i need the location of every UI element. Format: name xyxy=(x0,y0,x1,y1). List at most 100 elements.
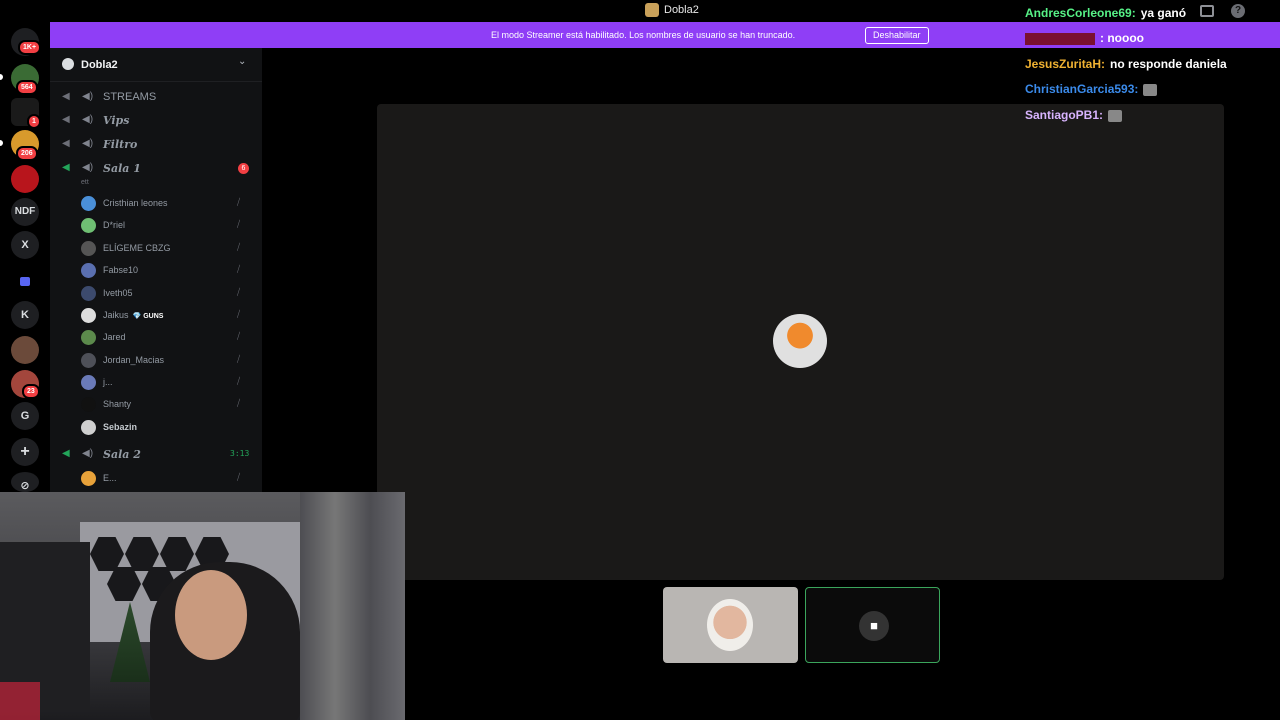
speaker-icon: ◀) xyxy=(82,114,94,125)
server-icon[interactable] xyxy=(11,336,39,364)
voice-member[interactable]: E... ⧸ xyxy=(50,468,262,488)
member-name: ELÍGEME CBZG xyxy=(103,243,171,253)
avatar xyxy=(81,420,96,435)
voice-channel-icon: ◀ xyxy=(62,91,70,102)
voice-channel-icon: ◀ xyxy=(62,138,70,149)
chat-message: ChristianGarcia593: xyxy=(1025,82,1158,96)
server-badge: 206 xyxy=(16,146,38,161)
emote-icon xyxy=(1108,109,1123,122)
member-name: Sebazin xyxy=(103,422,138,432)
avatar xyxy=(81,286,96,301)
deafened-icon: ⧸ xyxy=(237,197,241,207)
channel-streams[interactable]: ◀ ◀) STREAMS xyxy=(50,88,262,108)
deafened-icon: ⧸ xyxy=(237,242,241,252)
led-light xyxy=(0,682,40,720)
discover-icon[interactable]: ⊘ xyxy=(11,472,39,492)
member-name: Shanty xyxy=(103,399,132,409)
chat-message: SantiagoPB1: xyxy=(1025,108,1123,122)
server-name: Dobla2 xyxy=(81,59,118,71)
streamer-head xyxy=(175,570,247,660)
voice-member[interactable]: Jaikus 💎 GUNS ⧸ xyxy=(50,305,262,325)
server-icon-x[interactable]: X xyxy=(11,231,39,259)
chat-username: SantiagoPB1: xyxy=(1025,108,1104,122)
avatar xyxy=(81,196,96,211)
member-name: Iveth05 xyxy=(103,288,133,298)
avatar xyxy=(81,218,96,233)
chevron-down-icon[interactable]: ⌄ xyxy=(238,56,246,67)
deafened-icon: ⧸ xyxy=(237,331,241,341)
server-icon[interactable] xyxy=(11,165,39,193)
chat-message: AndresCorleone69: ya ganó xyxy=(1025,6,1186,20)
deafened-icon: ⧸ xyxy=(237,264,241,274)
window-title: Dobla2 xyxy=(645,3,699,17)
avatar xyxy=(81,241,96,256)
chat-username: ChristianGarcia593: xyxy=(1025,82,1139,96)
voice-member[interactable]: ELÍGEME CBZG ⧸ xyxy=(50,238,262,258)
channel-timer: 3:13 xyxy=(230,449,250,458)
unread-pill xyxy=(0,140,3,146)
app-root: Dobla2 ? El modo Streamer está habilitad… xyxy=(0,0,1280,720)
voice-member[interactable]: D*riel ⧸ xyxy=(50,215,262,235)
voice-channel-icon: ◀ xyxy=(62,114,70,125)
channel-filtro[interactable]: ◀ ◀) Filtro xyxy=(50,135,262,155)
deafened-icon: ⧸ xyxy=(237,309,241,319)
avatar xyxy=(81,330,96,345)
channel-sala-2[interactable]: ◀ ◀) Sala 2 3:13 xyxy=(50,445,262,465)
stream-chat: AndresCorleone69: ya ganó : noooo JesusZu… xyxy=(1020,0,1280,130)
avatar xyxy=(81,471,96,486)
webcam-curtain xyxy=(300,492,405,720)
chat-text: ya ganó xyxy=(1140,6,1187,20)
channel-vips[interactable]: ◀ ◀) Vips xyxy=(50,111,262,131)
voice-member[interactable]: Iveth05 ⧸ xyxy=(50,283,262,303)
member-name: E... xyxy=(103,473,117,483)
emote-icon xyxy=(1143,83,1158,96)
streamer-mode-message: El modo Streamer está habilitado. Los no… xyxy=(491,30,796,40)
voice-member[interactable]: Fabse10 ⧸ xyxy=(50,260,262,280)
deafened-icon: ⧸ xyxy=(237,376,241,386)
disable-streamer-mode-button[interactable]: Deshabilitar xyxy=(865,27,929,44)
speaker-icon: ◀) xyxy=(82,162,94,173)
member-name: Cristhian leones xyxy=(103,198,168,208)
voice-stage[interactable] xyxy=(377,104,1224,580)
voice-member[interactable]: Jared ⧸ xyxy=(50,327,262,347)
voice-channel-icon: ◀ xyxy=(62,162,70,173)
avatar xyxy=(81,263,96,278)
window-title-text: Dobla2 xyxy=(664,4,699,16)
chat-text: no responde daniela xyxy=(1110,57,1227,71)
avatar xyxy=(81,353,96,368)
voice-member[interactable]: j... ⧸ xyxy=(50,372,262,392)
member-name: Fabse10 xyxy=(103,265,139,275)
folder-icon[interactable] xyxy=(11,268,39,296)
avatar xyxy=(81,375,96,390)
server-icon-g[interactable]: G xyxy=(11,402,39,430)
member-name: D*riel xyxy=(103,220,126,230)
add-server-icon[interactable]: + xyxy=(11,438,39,466)
channel-name: Vips xyxy=(103,114,130,127)
server-header[interactable]: Dobla2 ⌄ xyxy=(50,48,262,82)
channel-sala-1[interactable]: ◀ ◀) Sala 1 6 xyxy=(50,159,262,179)
channel-name: Sala 2 xyxy=(103,448,141,461)
speaker-avatar[interactable] xyxy=(773,314,827,368)
chat-text: : noooo xyxy=(1100,31,1144,45)
voice-channel-icon: ◀ xyxy=(62,448,70,459)
channel-status: ett xyxy=(81,179,89,186)
server-icon-ndf[interactable]: NDF xyxy=(11,198,39,226)
member-name: j... xyxy=(103,377,113,387)
chat-username: AndresCorleone69: xyxy=(1025,6,1136,20)
server-icon-k[interactable]: K xyxy=(11,301,39,329)
speaker-icon: ◀) xyxy=(82,138,94,149)
avatar xyxy=(707,599,753,651)
voice-member[interactable]: Sebazin xyxy=(50,417,262,437)
voice-member[interactable]: Shanty ⧸ xyxy=(50,394,262,414)
voice-member[interactable]: Jordan_Macias ⧸ xyxy=(50,350,262,370)
server-guide-icon xyxy=(62,58,74,70)
mention-count-badge: 6 xyxy=(238,163,249,174)
participant-tile-active[interactable]: ■ xyxy=(805,587,940,663)
speaker-icon: ◀) xyxy=(82,91,94,102)
deafened-icon: ⧸ xyxy=(237,219,241,229)
participant-tile[interactable] xyxy=(663,587,798,663)
voice-member[interactable]: Cristhian leones ⧸ xyxy=(50,193,262,213)
channel-name: STREAMS xyxy=(103,91,157,103)
channel-name: Filtro xyxy=(103,138,138,151)
camera-icon: ■ xyxy=(859,611,889,641)
